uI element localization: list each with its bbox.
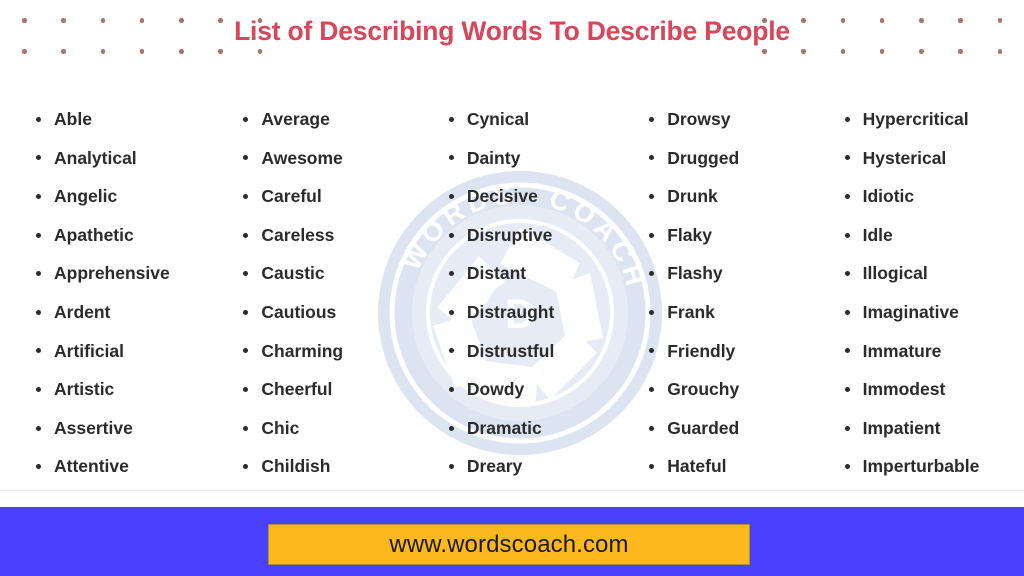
list-item: Distrustful xyxy=(443,332,628,371)
list-item: Childish xyxy=(237,447,422,486)
dot-icon xyxy=(997,18,1002,23)
list-item: Cheerful xyxy=(237,370,422,409)
list-item: Dainty xyxy=(443,139,628,178)
list-item: Cynical xyxy=(443,100,628,139)
list-item: Chic xyxy=(237,409,422,448)
list-item: Frank xyxy=(643,293,828,332)
list-item: Charming xyxy=(237,332,422,371)
dot-icon xyxy=(22,49,27,54)
list-item: Disruptive xyxy=(443,216,628,255)
dot-icon xyxy=(139,18,145,23)
dot-icon xyxy=(22,18,27,23)
dot-icon xyxy=(61,49,66,54)
infographic-page: List of Describing Words To Describe Peo… xyxy=(0,0,1024,576)
list-item: Imaginative xyxy=(839,293,1024,332)
list-item: Hysterical xyxy=(839,139,1024,178)
dot-icon xyxy=(919,18,924,23)
list-item: Careless xyxy=(237,216,422,255)
list-item: Idiotic xyxy=(839,177,1024,216)
list-item: Grouchy xyxy=(643,370,828,409)
list-item: Flashy xyxy=(643,254,828,293)
list-item: Immodest xyxy=(839,370,1024,409)
list-item: Distant xyxy=(443,254,628,293)
word-list: Average Awesome Careful Careless Caustic… xyxy=(237,100,422,486)
list-item: Cautious xyxy=(237,293,422,332)
dot-row xyxy=(762,49,1002,54)
list-item: Apprehensive xyxy=(30,254,215,293)
list-item: Idle xyxy=(839,216,1024,255)
list-item: Artistic xyxy=(30,370,215,409)
list-item: Dowdy xyxy=(443,370,628,409)
word-columns: Able Analytical Angelic Apathetic Appreh… xyxy=(0,100,1024,480)
website-url-label: www.wordscoach.com xyxy=(389,530,629,558)
dot-icon xyxy=(958,49,963,54)
dot-icon xyxy=(997,49,1002,54)
list-item: Flaky xyxy=(643,216,828,255)
dot-icon xyxy=(919,49,924,54)
word-column-2: Average Awesome Careful Careless Caustic… xyxy=(215,100,422,480)
list-item: Assertive xyxy=(30,409,215,448)
list-item: Dramatic xyxy=(443,409,628,448)
dot-icon xyxy=(879,49,885,54)
list-item: Illogical xyxy=(839,254,1024,293)
list-item: Drunk xyxy=(643,177,828,216)
list-item: Artificial xyxy=(30,332,215,371)
list-item: Distraught xyxy=(443,293,628,332)
list-item: Imperturbable xyxy=(839,447,1024,486)
word-list: Hypercritical Hysterical Idiotic Idle Il… xyxy=(839,100,1024,486)
list-item: Ardent xyxy=(30,293,215,332)
word-column-1: Able Analytical Angelic Apathetic Appreh… xyxy=(0,100,215,480)
list-item: Drugged xyxy=(643,139,828,178)
list-item: Hateful xyxy=(643,447,828,486)
list-item: Decisive xyxy=(443,177,628,216)
dot-row xyxy=(22,49,262,54)
dot-icon xyxy=(100,49,105,54)
dot-icon xyxy=(139,49,145,54)
list-item: Angelic xyxy=(30,177,215,216)
dot-icon xyxy=(179,49,184,54)
list-item: Friendly xyxy=(643,332,828,371)
word-list: Cynical Dainty Decisive Disruptive Dista… xyxy=(443,100,628,486)
word-column-4: Drowsy Drugged Drunk Flaky Flashy Frank … xyxy=(628,100,828,480)
list-item: Able xyxy=(30,100,215,139)
dot-icon xyxy=(257,49,262,54)
word-column-5: Hypercritical Hysterical Idiotic Idle Il… xyxy=(829,100,1024,480)
footer-divider xyxy=(0,490,1024,491)
list-item: Careful xyxy=(237,177,422,216)
dot-icon xyxy=(801,49,806,54)
page-title: List of Describing Words To Describe Peo… xyxy=(234,16,790,46)
list-item: Analytical xyxy=(30,139,215,178)
list-item: Apathetic xyxy=(30,216,215,255)
dot-icon xyxy=(840,49,845,54)
list-item: Impatient xyxy=(839,409,1024,448)
word-column-3: Cynical Dainty Decisive Disruptive Dista… xyxy=(423,100,628,480)
list-item: Attentive xyxy=(30,447,215,486)
list-item: Average xyxy=(237,100,422,139)
dot-icon xyxy=(958,18,963,23)
dot-icon xyxy=(218,49,223,54)
dot-icon xyxy=(100,18,105,23)
list-item: Drowsy xyxy=(643,100,828,139)
list-item: Immature xyxy=(839,332,1024,371)
list-item: Dreary xyxy=(443,447,628,486)
dot-icon xyxy=(762,49,767,54)
word-list: Able Analytical Angelic Apathetic Appreh… xyxy=(30,100,215,486)
list-item: Caustic xyxy=(237,254,422,293)
website-url-button[interactable]: www.wordscoach.com xyxy=(268,524,750,565)
dot-icon xyxy=(61,18,66,23)
list-item: Awesome xyxy=(237,139,422,178)
footer-bar: www.wordscoach.com xyxy=(0,507,1024,576)
word-list: Drowsy Drugged Drunk Flaky Flashy Frank … xyxy=(643,100,828,486)
list-item: Guarded xyxy=(643,409,828,448)
list-item: Hypercritical xyxy=(839,100,1024,139)
dot-icon xyxy=(879,18,885,23)
